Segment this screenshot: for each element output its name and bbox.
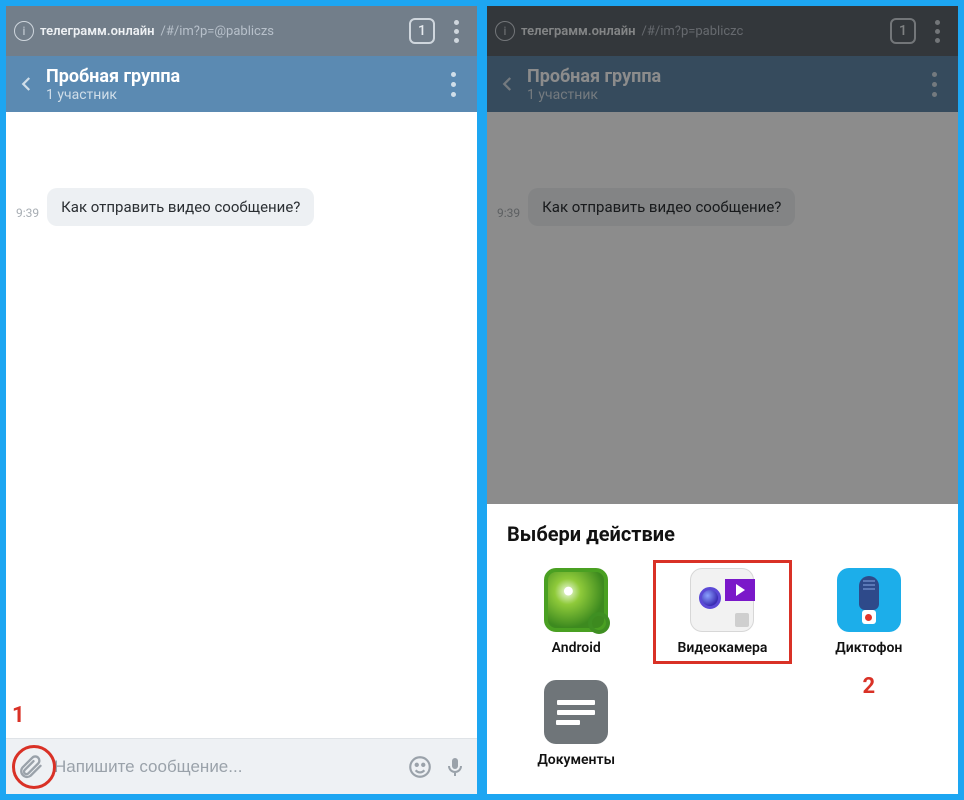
attach-button[interactable] [16, 753, 44, 781]
url-fragment: /#/im?p=@pabliczs [161, 24, 275, 39]
browser-bar: i телеграмм.онлайн /#/im?p=pabliczc 1 [487, 6, 958, 56]
message-bubble[interactable]: Как отправить видео сообщение? [528, 188, 795, 226]
phone-left: i телеграмм.онлайн /#/im?p=@pabliczs 1 Пр… [6, 6, 477, 794]
tab-count-button[interactable]: 1 [409, 18, 435, 44]
back-icon[interactable] [18, 75, 36, 93]
chat-subtitle: 1 участник [527, 87, 912, 103]
chat-body[interactable]: 9:39 Как отправить видео сообщение? [487, 112, 958, 504]
url-box[interactable]: i телеграмм.онлайн /#/im?p=@pabliczs [14, 21, 401, 41]
message-time: 9:39 [497, 206, 520, 226]
browser-bar: i телеграмм.онлайн /#/im?p=@pabliczs 1 [6, 6, 477, 56]
sheet-item-documents[interactable]: Документы [507, 672, 645, 776]
chat-menu-icon[interactable] [922, 72, 946, 97]
url-fragment: /#/im?p=pabliczc [642, 24, 744, 39]
tab-count-button[interactable]: 1 [890, 18, 916, 44]
chat-header: Пробная группа 1 участник [6, 56, 477, 112]
info-icon: i [495, 21, 515, 41]
annotation-label-2: 2 [800, 674, 938, 776]
url-host: телеграмм.онлайн [40, 24, 155, 39]
android-gallery-icon [544, 568, 608, 632]
url-box[interactable]: i телеграмм.онлайн /#/im?p=pabliczc [495, 21, 882, 41]
sheet-grid: Android Видеокамера Диктофон Докуме [507, 560, 938, 784]
chat-menu-icon[interactable] [441, 72, 465, 97]
message-input[interactable] [54, 757, 397, 777]
sheet-item-label: Android [552, 640, 601, 656]
info-icon: i [14, 21, 34, 41]
back-icon[interactable] [499, 75, 517, 93]
sheet-item-recorder[interactable]: Диктофон [800, 560, 938, 664]
mic-icon[interactable] [443, 755, 467, 779]
action-sheet: Выбери действие Android Видеокамера Дикт… [487, 504, 958, 794]
videocamera-icon [690, 568, 754, 632]
message-bubble[interactable]: Как отправить видео сообщение? [47, 188, 314, 226]
paperclip-icon [16, 753, 44, 781]
sheet-item-camera[interactable]: Видеокамера [653, 560, 791, 664]
browser-menu-icon[interactable] [924, 20, 950, 43]
message-time: 9:39 [16, 206, 39, 226]
chat-title: Пробная группа [527, 66, 912, 87]
chat-header: Пробная группа 1 участник [487, 56, 958, 112]
message-row: 9:39 Как отправить видео сообщение? [497, 188, 948, 226]
dictaphone-icon [837, 568, 901, 632]
message-row: 9:39 Как отправить видео сообщение? [16, 188, 467, 226]
chat-title-block[interactable]: Пробная группа 1 участник [527, 66, 912, 103]
browser-menu-icon[interactable] [443, 20, 469, 43]
documents-icon [544, 680, 608, 744]
composer [6, 738, 477, 794]
url-host: телеграмм.онлайн [521, 24, 636, 39]
annotation-label-1: 1 [12, 703, 25, 728]
sheet-item-label: Видеокамера [678, 640, 768, 656]
sheet-item-android[interactable]: Android [507, 560, 645, 664]
chat-body[interactable]: 9:39 Как отправить видео сообщение? [6, 112, 477, 738]
chat-title-block[interactable]: Пробная группа 1 участник [46, 66, 431, 103]
emoji-icon[interactable] [407, 754, 433, 780]
phone-right: i телеграмм.онлайн /#/im?p=pabliczc 1 Про… [487, 6, 958, 794]
chat-subtitle: 1 участник [46, 87, 431, 103]
chat-title: Пробная группа [46, 66, 431, 87]
sheet-title: Выбери действие [507, 522, 938, 546]
sheet-item-label: Документы [537, 752, 615, 768]
sheet-item-label: Диктофон [835, 640, 902, 656]
